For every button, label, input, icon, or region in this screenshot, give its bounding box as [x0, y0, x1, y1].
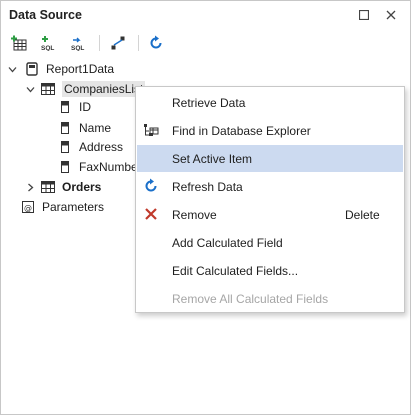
- svg-text:SQL: SQL: [71, 45, 84, 51]
- tree-node-companies-list[interactable]: CompaniesList: [24, 79, 146, 99]
- menu-item-set-active-item[interactable]: Set Active Item: [137, 145, 403, 172]
- refresh-icon: [150, 35, 162, 49]
- menu-item-remove[interactable]: Remove Delete: [137, 201, 403, 228]
- tree-node-field-address[interactable]: Address: [57, 137, 123, 157]
- menu-item-find-in-database-explorer[interactable]: Find in Database Explorer: [137, 117, 403, 144]
- table-icon: [40, 179, 56, 195]
- tree-node-label: FaxNumber: [79, 160, 142, 174]
- table-icon: [40, 81, 56, 97]
- tree-node-label: ID: [79, 100, 91, 114]
- menu-item-shortcut: Delete: [345, 208, 380, 222]
- tree-node-field-faxnumber[interactable]: FaxNumber: [57, 157, 142, 177]
- close-icon: [386, 10, 396, 20]
- relations-icon: [111, 36, 125, 50]
- menu-item-label: Refresh Data: [172, 180, 243, 194]
- database-explorer-icon: [143, 122, 159, 138]
- tree-node-field-id[interactable]: ID: [57, 97, 91, 117]
- collapse-arrow-icon[interactable]: [6, 63, 18, 75]
- svg-text:@: @: [24, 204, 32, 213]
- menu-item-retrieve-data[interactable]: Retrieve Data: [137, 89, 403, 116]
- manage-relations-button[interactable]: [106, 32, 130, 54]
- data-source-icon: [24, 61, 40, 77]
- edit-sql-query-button[interactable]: SQL: [67, 32, 91, 54]
- tree-node-orders[interactable]: Orders: [24, 177, 101, 197]
- field-icon: [57, 99, 73, 115]
- menu-item-label: Remove: [172, 208, 217, 222]
- edit-sql-icon: SQL: [71, 37, 84, 51]
- refresh-button[interactable]: [144, 32, 168, 54]
- menu-item-label: Edit Calculated Fields...: [172, 264, 299, 278]
- menu-item-add-calculated-field[interactable]: Add Calculated Field: [137, 229, 403, 256]
- tree-node-label: Parameters: [42, 200, 105, 214]
- context-menu: Retrieve Data Find in Database Explorer …: [135, 86, 405, 313]
- maximize-button[interactable]: [355, 6, 373, 24]
- tree-node-field-name[interactable]: Name: [57, 118, 111, 138]
- toolbar-separator: [138, 35, 139, 51]
- svg-text:SQL: SQL: [41, 45, 54, 51]
- add-table-icon: [11, 35, 27, 51]
- tree-node-parameters[interactable]: @ Parameters: [20, 197, 104, 217]
- field-icon: [57, 159, 73, 175]
- menu-item-remove-all-calculated-fields: Remove All Calculated Fields: [137, 285, 403, 312]
- tree-node-label: Report1Data: [46, 62, 115, 76]
- tree-node-label: Name: [79, 121, 112, 135]
- toolbar-separator: [99, 35, 100, 51]
- menu-item-label: Retrieve Data: [172, 96, 246, 110]
- field-icon: [57, 120, 73, 136]
- data-source-panel: Data Source SQL SQL Report1Data Companie…: [0, 0, 411, 415]
- tree-node-root[interactable]: Report1Data: [6, 59, 114, 79]
- maximize-icon: [359, 10, 369, 20]
- remove-icon: [143, 206, 159, 222]
- collapse-arrow-icon[interactable]: [24, 83, 36, 95]
- menu-item-label: Remove All Calculated Fields: [172, 292, 329, 306]
- add-sql-query-button[interactable]: SQL: [37, 32, 61, 54]
- add-data-source-button[interactable]: [7, 32, 31, 54]
- menu-item-label: Add Calculated Field: [172, 236, 283, 250]
- menu-item-label: Set Active Item: [172, 152, 253, 166]
- menu-item-refresh-data[interactable]: Refresh Data: [137, 173, 403, 200]
- menu-item-edit-calculated-fields[interactable]: Edit Calculated Fields...: [137, 257, 403, 284]
- tree-node-label: CompaniesList: [62, 81, 146, 97]
- menu-item-label: Find in Database Explorer: [172, 124, 311, 138]
- tree-node-label: Orders: [62, 180, 102, 194]
- close-button[interactable]: [382, 6, 400, 24]
- refresh-icon: [143, 178, 159, 194]
- panel-title: Data Source: [9, 8, 82, 22]
- expand-arrow-icon[interactable]: [24, 181, 36, 193]
- parameters-icon: @: [20, 199, 36, 215]
- panel-title-bar: Data Source: [1, 1, 410, 29]
- field-icon: [57, 139, 73, 155]
- toolbar: SQL SQL: [1, 29, 410, 57]
- add-sql-icon: SQL: [41, 36, 54, 51]
- tree-node-label: Address: [79, 140, 124, 154]
